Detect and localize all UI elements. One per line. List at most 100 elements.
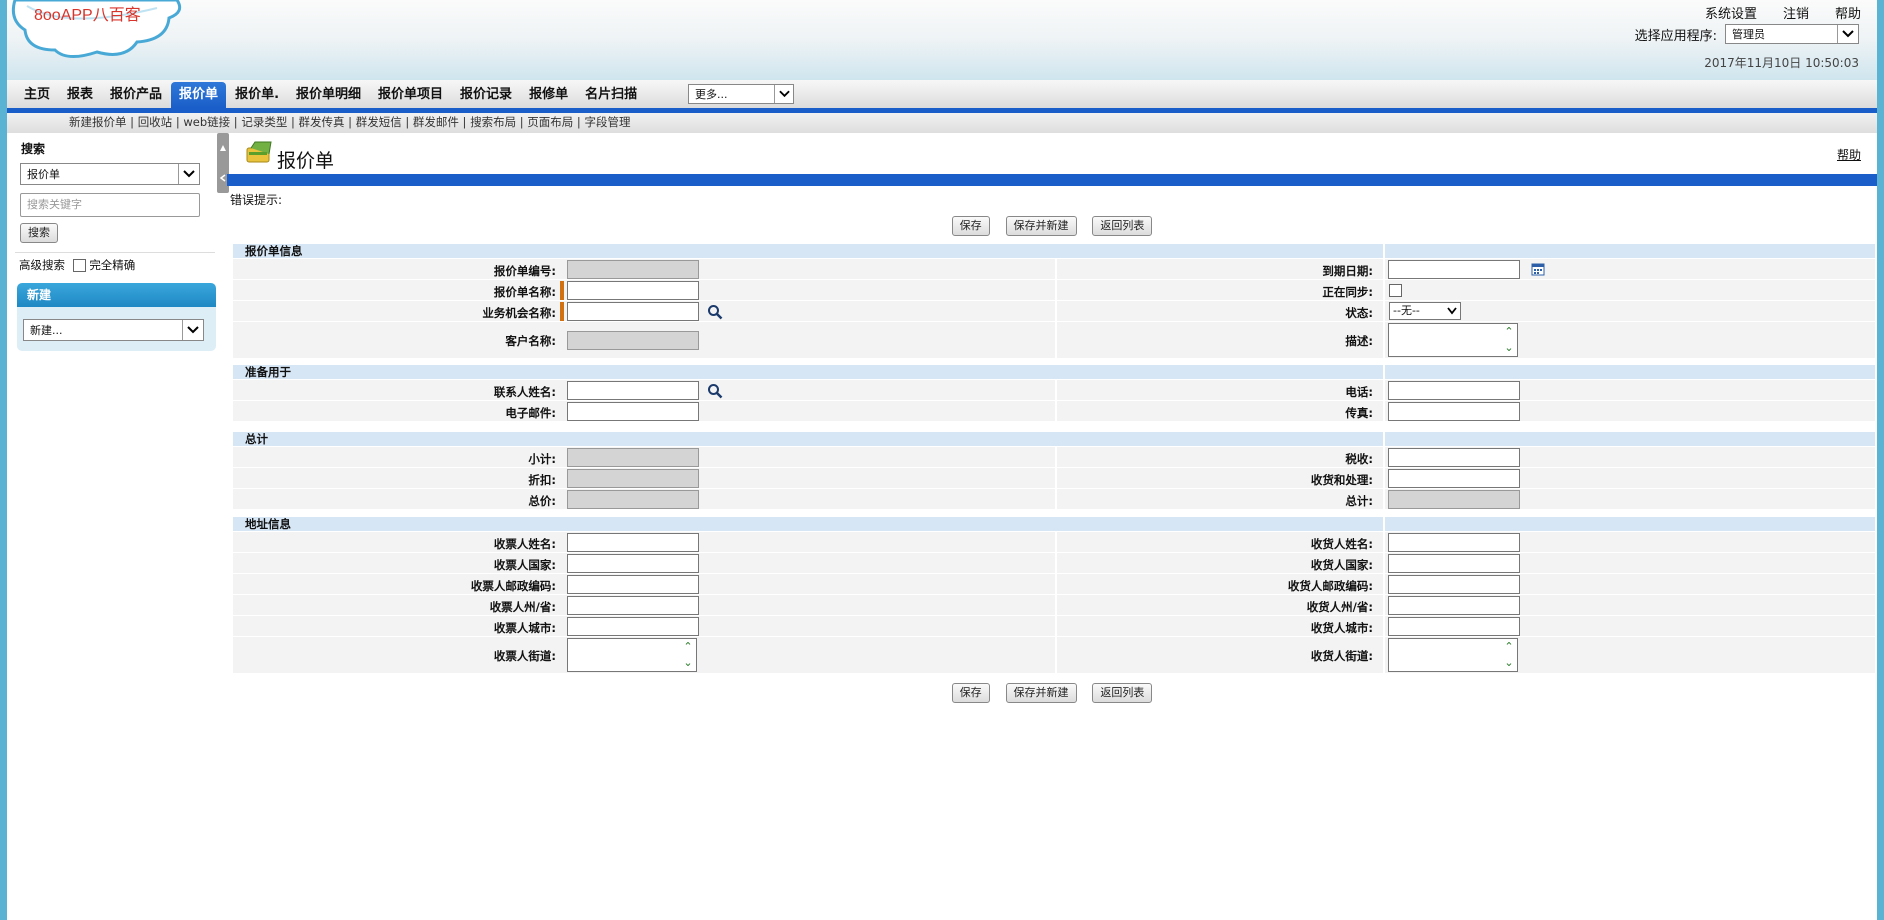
subnav-mass-email[interactable]: 群发邮件 [413, 115, 459, 129]
total-price-label: 总价: [528, 494, 556, 508]
advanced-search-link[interactable]: 高级搜索 [19, 258, 65, 272]
subnav-record-types[interactable]: 记录类型 [241, 115, 287, 129]
subnav-recycle-bin[interactable]: 回收站 [138, 115, 173, 129]
row-subtotal: 小计: 税收: [233, 447, 1875, 468]
chevron-down-icon [182, 320, 203, 340]
fax-input[interactable] [1388, 402, 1520, 421]
phone-input[interactable] [1388, 381, 1520, 400]
row-state: 收票人州/省: 收货人州/省: [233, 595, 1875, 616]
new-record-select[interactable]: 新建... [23, 319, 204, 341]
syncing-checkbox[interactable] [1389, 284, 1402, 297]
system-settings-link[interactable]: 系统设置 [1705, 3, 1757, 22]
section-prepared-title: 准备用于 [245, 365, 291, 379]
opportunity-input[interactable] [567, 302, 699, 321]
subnav-web-link[interactable]: web链接 [183, 115, 230, 129]
ship-zip-input[interactable] [1388, 575, 1520, 594]
lookup-search-icon[interactable] [707, 383, 723, 399]
section-quote-info: 报价单信息 [233, 244, 1875, 258]
tax-input[interactable] [1388, 448, 1520, 467]
contact-input[interactable] [567, 381, 699, 400]
bill-country-input[interactable] [567, 554, 699, 573]
email-input[interactable] [567, 402, 699, 421]
chevron-down-icon [1447, 307, 1457, 315]
status-label: 状态: [1345, 306, 1373, 320]
bill-street-textarea[interactable]: ⌃ ⌄ [567, 638, 697, 672]
ship-state-label: 收货人州/省: [1306, 600, 1373, 614]
save-button[interactable]: 保存 [951, 683, 990, 703]
ship-country-input[interactable] [1388, 554, 1520, 573]
nav-more-select[interactable]: 更多... [688, 84, 794, 104]
exact-match-checkbox[interactable] [72, 259, 86, 272]
ship-street-textarea[interactable]: ⌃ ⌄ [1388, 638, 1518, 672]
tab-quote-records[interactable]: 报价记录 [452, 82, 520, 108]
subnav-new-quote[interactable]: 新建报价单 [69, 115, 127, 129]
scroll-down-icon[interactable]: ⌄ [1503, 657, 1515, 668]
shipping-input[interactable] [1388, 469, 1520, 488]
scroll-up-icon[interactable]: ⌃ [682, 641, 694, 652]
subnav-search-layout[interactable]: 搜索布局 [470, 115, 516, 129]
app-selector[interactable]: 管理员 [1725, 24, 1859, 44]
app-selector-label: 选择应用程序: [1634, 28, 1717, 44]
section-quote-info-title: 报价单信息 [245, 244, 303, 258]
status-select[interactable]: --无-- [1389, 302, 1461, 320]
company-logo[interactable]: 8ooAPP八百客 [7, 0, 207, 60]
lookup-search-icon[interactable] [707, 304, 723, 320]
page: 8ooAPP八百客 系统设置 注销 帮助 选择应用程序: 管理员 2017年11… [7, 0, 1877, 920]
search-object-value: 报价单 [27, 168, 60, 181]
save-button[interactable]: 保存 [951, 216, 990, 236]
ship-name-input[interactable] [1388, 533, 1520, 552]
back-to-list-button[interactable]: 返回列表 [1092, 683, 1153, 703]
tab-quotes-dot[interactable]: 报价单. [227, 82, 287, 108]
search-button[interactable]: 搜索 [20, 223, 58, 243]
help-link[interactable]: 帮助 [1835, 3, 1861, 22]
subnav-field-management[interactable]: 字段管理 [584, 115, 630, 129]
section-totals-title: 总计 [245, 432, 268, 446]
chevron-down-icon [178, 164, 199, 184]
grand-total-label: 总计: [1345, 494, 1373, 508]
tab-quote-details[interactable]: 报价单明细 [288, 82, 369, 108]
bill-name-input[interactable] [567, 533, 699, 552]
search-keyword-input[interactable]: 搜索关键字 [20, 193, 200, 217]
logout-link[interactable]: 注销 [1783, 3, 1809, 22]
top-links: 系统设置 注销 帮助 [1705, 3, 1861, 22]
tab-repair-orders[interactable]: 报修单 [521, 82, 576, 108]
tab-quotes[interactable]: 报价单 [171, 82, 227, 108]
scroll-up-icon[interactable]: ⌃ [1503, 641, 1515, 652]
quote-no-field [567, 260, 699, 279]
tab-reports[interactable]: 报表 [59, 82, 101, 108]
ship-city-input[interactable] [1388, 617, 1520, 636]
new-record-value: 新建... [30, 324, 63, 337]
scroll-down-icon[interactable]: ⌄ [682, 657, 694, 668]
section-prepared-for: 准备用于 [233, 365, 1875, 379]
help-link[interactable]: 帮助 [1837, 146, 1861, 163]
subnav-page-layout[interactable]: 页面布局 [527, 115, 573, 129]
row-zip: 收票人邮政编码: 收货人邮政编码: [233, 574, 1875, 595]
subnav-mass-fax[interactable]: 群发传真 [299, 115, 345, 129]
section-address: 地址信息 [233, 517, 1875, 531]
back-to-list-button[interactable]: 返回列表 [1092, 216, 1153, 236]
subnav-mass-sms[interactable]: 群发短信 [356, 115, 402, 129]
tab-home[interactable]: 主页 [16, 82, 58, 108]
sidebar-new-title: 新建 [17, 283, 216, 307]
bill-zip-input[interactable] [567, 575, 699, 594]
customer-field [567, 331, 699, 350]
save-and-new-button[interactable]: 保存并新建 [1005, 683, 1077, 703]
ship-state-input[interactable] [1388, 596, 1520, 615]
tab-quote-products[interactable]: 报价产品 [102, 82, 170, 108]
due-date-input[interactable] [1388, 260, 1520, 279]
nav-more-value: 更多... [695, 88, 728, 101]
quote-name-input[interactable] [567, 281, 699, 300]
fax-label: 传真: [1345, 406, 1373, 420]
row-street: 收票人街道: ⌃ ⌄ 收货人街道: ⌃ ⌄ [233, 637, 1875, 674]
scroll-down-icon[interactable]: ⌄ [1503, 342, 1515, 353]
bill-city-input[interactable] [567, 617, 699, 636]
scroll-up-icon[interactable]: ⌃ [1503, 326, 1515, 337]
tab-quote-items[interactable]: 报价单项目 [370, 82, 451, 108]
tab-card-scan[interactable]: 名片扫描 [577, 82, 645, 108]
calendar-icon[interactable] [1531, 262, 1545, 276]
save-and-new-button[interactable]: 保存并新建 [1005, 216, 1077, 236]
quote-name-label: 报价单名称: [493, 285, 556, 299]
bill-state-input[interactable] [567, 596, 699, 615]
search-object-select[interactable]: 报价单 [20, 163, 200, 185]
description-textarea[interactable]: ⌃ ⌄ [1388, 323, 1518, 357]
